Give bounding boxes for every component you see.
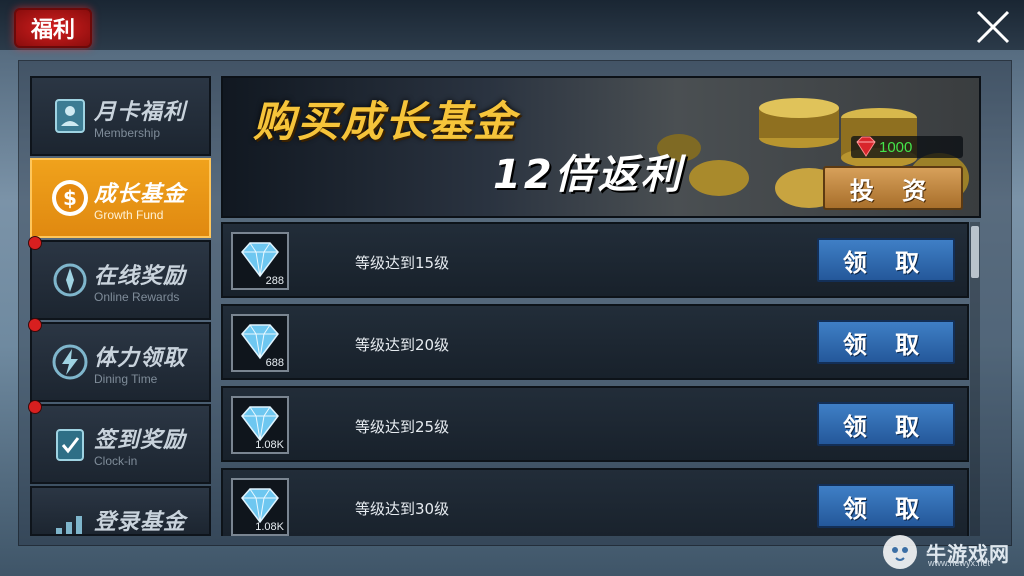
list-item: 688 等级达到20级 领 取 — [221, 304, 969, 380]
reward-condition: 等级达到15级 — [355, 254, 450, 272]
close-button[interactable] — [970, 6, 1016, 48]
reward-slot[interactable]: 1.08K — [231, 478, 289, 536]
sidebar-item-label: 成长基金 — [94, 182, 187, 207]
sidebar-item-stamina[interactable]: 体力领取 Dining Time — [28, 318, 211, 402]
price-display: 1000 — [851, 136, 963, 158]
reward-slot[interactable]: 1.08K — [231, 396, 289, 454]
reward-quantity: 1.08K — [255, 521, 284, 533]
sidebar-item-label: 登录基金 — [94, 510, 187, 535]
reward-condition: 等级达到25级 — [355, 418, 450, 436]
sidebar-item-growth-fund[interactable]: $ 成长基金 Growth Fund — [30, 158, 211, 238]
reward-quantity: 1.08K — [255, 439, 284, 451]
close-icon — [976, 10, 1010, 44]
lightning-icon — [48, 340, 92, 384]
list-item: 1.08K 等级达到25级 领 取 — [221, 386, 969, 462]
sidebar-item-label: 体力领取 — [94, 346, 187, 371]
invest-button[interactable]: 投 资 — [823, 166, 963, 210]
diamond-icon — [241, 406, 279, 442]
price-value: 1000 — [879, 138, 913, 156]
bird-logo-icon — [883, 535, 917, 569]
sidebar-item-sublabel: Online Rewards — [94, 290, 180, 304]
sidebar-item-sublabel: Membership — [94, 126, 161, 140]
sidebar-item-label: 签到奖励 — [94, 428, 187, 453]
notification-dot — [28, 318, 42, 332]
sidebar-item-clock-in[interactable]: 签到奖励 Clock-in — [28, 400, 211, 484]
watermark-url: www.newyx.net — [928, 558, 991, 568]
reward-condition: 等级达到20级 — [355, 336, 450, 354]
reward-list[interactable]: 288 等级达到15级 领 取 688 等级达到20级 领 取 1.08K 等级… — [221, 222, 969, 536]
sidebar-item-sublabel: Dining Time — [94, 372, 158, 386]
scrollbar-thumb[interactable] — [971, 226, 979, 278]
reward-slot[interactable]: 288 — [231, 232, 289, 290]
notification-dot — [28, 236, 42, 250]
sidebar-item-sublabel: Clock-in — [94, 454, 138, 468]
sidebar-item-online-rewards[interactable]: 在线奖励 Online Rewards — [28, 236, 211, 320]
diamond-icon — [241, 488, 279, 524]
reward-slot[interactable]: 688 — [231, 314, 289, 372]
checkmark-clipboard-icon — [48, 422, 92, 466]
claim-button[interactable]: 领 取 — [817, 238, 955, 282]
sidebar-item-label: 月卡福利 — [94, 100, 187, 125]
growth-fund-banner: 购买成长基金 12倍返利 1000 投 资 — [221, 76, 981, 218]
diamond-icon — [241, 324, 279, 360]
dollar-coin-icon: $ — [48, 176, 92, 220]
membership-card-icon — [48, 94, 92, 138]
claim-button[interactable]: 领 取 — [817, 320, 955, 364]
ruby-icon — [856, 136, 876, 157]
top-bar — [0, 0, 1024, 50]
notification-dot — [28, 400, 42, 414]
scrollbar[interactable] — [970, 222, 980, 536]
reward-condition: 等级达到30级 — [355, 500, 450, 518]
compass-icon — [48, 258, 92, 302]
svg-text:$: $ — [63, 186, 77, 210]
list-item: 1.08K 等级达到30级 领 取 — [221, 468, 969, 536]
diamond-icon — [241, 242, 279, 278]
claim-button[interactable]: 领 取 — [817, 484, 955, 528]
page-title: 福利 — [14, 8, 92, 48]
watermark: 牛游戏网 www.newyx.net — [880, 530, 1020, 574]
sidebar-item-membership[interactable]: 月卡福利 Membership — [30, 76, 211, 156]
sidebar-item-login-fund[interactable]: 登录基金 — [30, 486, 211, 536]
banner-title: 购买成长基金 — [253, 97, 518, 146]
list-item: 288 等级达到15级 领 取 — [221, 222, 969, 298]
banner-subtitle: 12倍返利 — [493, 152, 684, 198]
claim-button[interactable]: 领 取 — [817, 402, 955, 446]
reward-quantity: 288 — [265, 275, 284, 287]
chart-icon — [48, 504, 92, 534]
reward-quantity: 688 — [265, 357, 284, 369]
sidebar-item-sublabel: Growth Fund — [94, 208, 164, 222]
sidebar-item-label: 在线奖励 — [94, 264, 187, 289]
